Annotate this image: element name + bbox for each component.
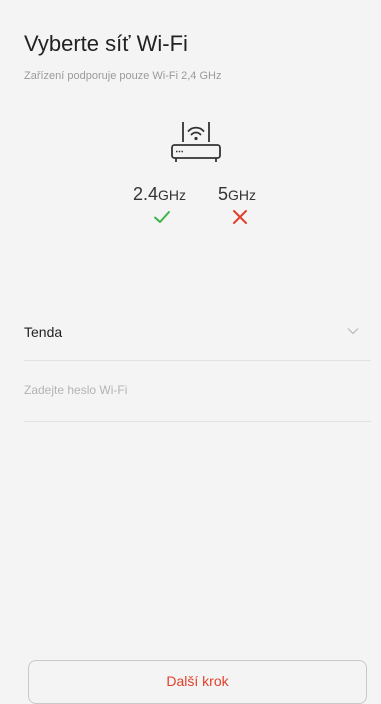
band-2-4ghz-label: 2.4GHz	[133, 183, 186, 206]
band-5ghz-label: 5GHz	[218, 183, 256, 206]
band-5ghz-value: 5	[218, 184, 229, 204]
band-2-4ghz-unit: GHz	[158, 187, 187, 203]
wifi-password-field[interactable]	[24, 378, 371, 422]
chevron-down-icon[interactable]	[347, 327, 359, 335]
page-subtitle: Zařízení podporuje pouze Wi-Fi 2,4 GHz	[24, 70, 222, 82]
router-wifi-icon	[171, 122, 221, 162]
wifi-network-select[interactable]: Tenda	[24, 318, 371, 361]
band-2-4ghz-value: 2.4	[133, 184, 159, 204]
cross-icon	[233, 210, 247, 224]
wifi-password-input[interactable]	[24, 382, 344, 398]
wifi-network-name: Tenda	[24, 324, 63, 340]
check-icon	[154, 211, 170, 223]
next-step-button[interactable]: Další krok	[28, 660, 367, 704]
page-title: Vyberte síť Wi-Fi	[24, 31, 188, 56]
band-5ghz-unit: GHz	[228, 187, 257, 203]
